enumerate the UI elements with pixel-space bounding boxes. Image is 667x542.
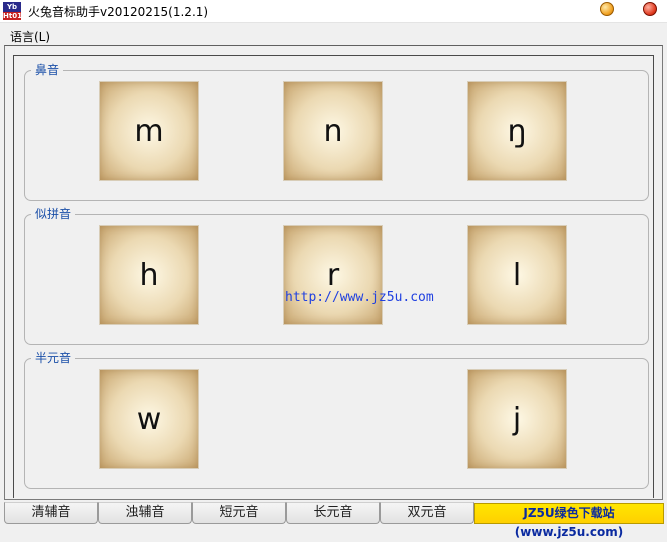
- tab-voiced-consonants[interactable]: 浊辅音: [98, 502, 192, 524]
- group-label-semivowel: 半元音: [31, 350, 76, 366]
- watermark-url: http://www.jz5u.com: [285, 290, 434, 305]
- tab-voiceless-consonants[interactable]: 清辅音: [4, 502, 98, 524]
- symbol-text: w: [136, 401, 162, 437]
- app-icon-bottom-text: Ht01: [3, 12, 22, 20]
- symbol-text: ŋ: [507, 113, 527, 149]
- group-label-pinyin-like: 似拼音: [31, 206, 76, 222]
- close-button[interactable]: [643, 2, 657, 16]
- symbol-card-w[interactable]: w: [99, 369, 199, 469]
- app-icon: Yb Ht01: [3, 2, 22, 20]
- tab-long-vowels[interactable]: 长元音: [286, 502, 380, 524]
- group-nasal: 鼻音 m n ŋ: [24, 62, 649, 201]
- title-bar: Yb Ht01 火兔音标助手v20120215(1.2.1): [0, 0, 667, 23]
- window-title: 火兔音标助手v20120215(1.2.1): [28, 5, 209, 19]
- symbol-text: m: [134, 113, 164, 149]
- symbol-card-m[interactable]: m: [99, 81, 199, 181]
- tab-short-vowels[interactable]: 短元音: [192, 502, 286, 524]
- minimize-button[interactable]: [600, 2, 614, 16]
- symbol-card-j[interactable]: j: [467, 369, 567, 469]
- download-site-badge: JZ5U绿色下载站(www.jz5u.com): [474, 503, 664, 539]
- symbol-card-n[interactable]: n: [283, 81, 383, 181]
- symbol-text: j: [512, 401, 522, 437]
- symbol-text: l: [512, 257, 522, 293]
- symbol-text: r: [326, 257, 340, 293]
- menu-bar: 语言(L): [0, 24, 667, 44]
- group-pinyin-like: 似拼音 h r l: [24, 206, 649, 345]
- symbol-card-ng[interactable]: ŋ: [467, 81, 567, 181]
- tab-diphthongs[interactable]: 双元音: [380, 502, 474, 524]
- symbol-card-r[interactable]: r: [283, 225, 383, 325]
- group-semivowel: 半元音 w j: [24, 350, 649, 489]
- symbol-text: n: [323, 113, 343, 149]
- main-panel: 鼻音 m n ŋ 似拼音 h r l 半元音 w j: [4, 45, 663, 500]
- menu-language[interactable]: 语言(L): [10, 28, 50, 45]
- symbol-area: 鼻音 m n ŋ 似拼音 h r l 半元音 w j: [13, 55, 654, 498]
- symbol-text: h: [139, 257, 159, 293]
- symbol-card-h[interactable]: h: [99, 225, 199, 325]
- symbol-card-l[interactable]: l: [467, 225, 567, 325]
- app-icon-top-text: Yb: [6, 3, 18, 11]
- group-label-nasal: 鼻音: [31, 62, 64, 78]
